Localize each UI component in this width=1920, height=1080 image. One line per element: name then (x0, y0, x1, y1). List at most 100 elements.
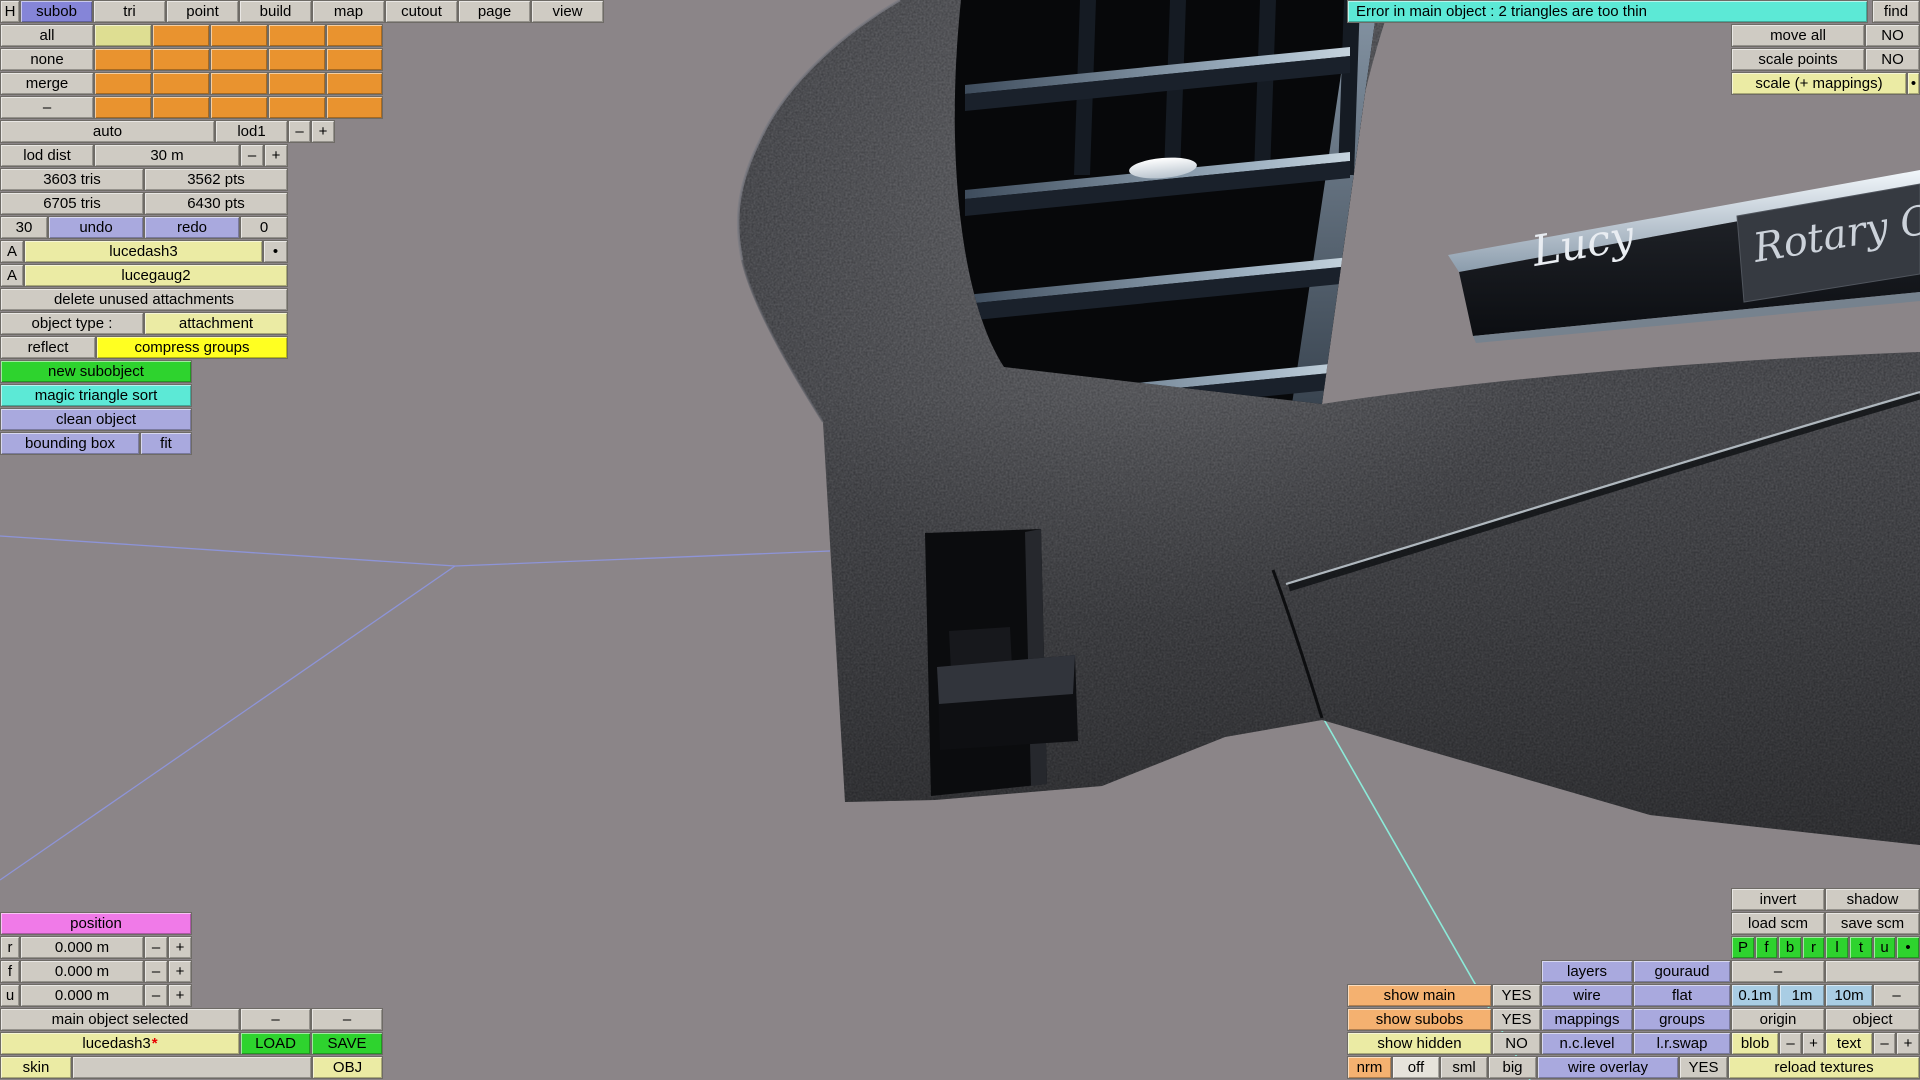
axis-r-minus-button[interactable]: – (144, 936, 168, 959)
subobject-grid-cell[interactable] (94, 72, 152, 95)
blob-plus-button[interactable]: + (1802, 1032, 1825, 1055)
view-perspective-button[interactable]: P (1731, 936, 1755, 959)
nrm-big-button[interactable]: big (1488, 1056, 1537, 1079)
bounding-box-button[interactable]: bounding box (0, 432, 140, 455)
subobject-grid-cell[interactable] (94, 48, 152, 71)
subobject-grid-cell[interactable] (326, 96, 383, 119)
fit-button[interactable]: fit (140, 432, 192, 455)
show-main-toggle[interactable]: YES (1492, 984, 1541, 1007)
grid-01m-button[interactable]: 0.1m (1731, 984, 1779, 1007)
nc-level-button[interactable]: n.c.level (1541, 1032, 1633, 1055)
tab-subob[interactable]: subob (20, 0, 93, 23)
scale-points-toggle[interactable]: NO (1865, 48, 1920, 71)
subobject-grid-cell[interactable] (326, 72, 383, 95)
axis-u-plus-button[interactable]: + (168, 984, 192, 1007)
scale-points-button[interactable]: scale points (1731, 48, 1865, 71)
load-scm-button[interactable]: load scm (1731, 912, 1825, 935)
subobject-grid-cell[interactable] (94, 24, 152, 47)
nrm-off-button[interactable]: off (1392, 1056, 1440, 1079)
lod-dist-value[interactable]: 30 m (94, 144, 240, 167)
show-main-button[interactable]: show main (1347, 984, 1492, 1007)
wire-overlay-toggle[interactable]: YES (1679, 1056, 1728, 1079)
flat-button[interactable]: flat (1633, 984, 1731, 1007)
load-button[interactable]: LOAD (240, 1032, 311, 1055)
subobject-grid-cell[interactable] (152, 48, 210, 71)
wire-overlay-button[interactable]: wire overlay (1537, 1056, 1679, 1079)
layers-dash-button[interactable]: – (1731, 960, 1825, 983)
grid-10m-button[interactable]: 10m (1825, 984, 1873, 1007)
save-button[interactable]: SAVE (311, 1032, 383, 1055)
clean-object-button[interactable]: clean object (0, 408, 192, 431)
text-minus-button[interactable]: – (1873, 1032, 1896, 1055)
tab-view[interactable]: view (531, 0, 604, 23)
obj-export-button[interactable]: OBJ (312, 1056, 383, 1079)
selection-dash-button[interactable]: – (311, 1008, 383, 1031)
tab-map[interactable]: map (312, 0, 385, 23)
invert-button[interactable]: invert (1731, 888, 1825, 911)
subobject-grid-cell[interactable] (326, 24, 383, 47)
lod-selector[interactable]: lod1 (215, 120, 288, 143)
show-hidden-toggle[interactable]: NO (1492, 1032, 1541, 1055)
tab-cutout[interactable]: cutout (385, 0, 458, 23)
object-button[interactable]: object (1825, 1008, 1920, 1031)
subobject-grid-cell[interactable] (152, 24, 210, 47)
attachment-dot-button[interactable]: • (263, 240, 288, 263)
select-all-button[interactable]: all (0, 24, 94, 47)
auto-button[interactable]: auto (0, 120, 215, 143)
subobject-grid-cell[interactable] (152, 96, 210, 119)
shadow-button[interactable]: shadow (1825, 888, 1920, 911)
grid-1m-button[interactable]: 1m (1779, 984, 1825, 1007)
view-back-button[interactable]: b (1778, 936, 1802, 959)
select-dash-button[interactable]: – (0, 96, 94, 119)
show-subobs-toggle[interactable]: YES (1492, 1008, 1541, 1031)
show-hidden-button[interactable]: show hidden (1347, 1032, 1492, 1055)
subobject-grid-cell[interactable] (210, 96, 268, 119)
magic-triangle-sort-button[interactable]: magic triangle sort (0, 384, 192, 407)
subobject-grid-cell[interactable] (268, 48, 326, 71)
subobject-grid-cell[interactable] (210, 24, 268, 47)
attachment-tag[interactable]: A (0, 264, 24, 287)
axis-r-value[interactable]: 0.000 m (20, 936, 144, 959)
new-subobject-button[interactable]: new subobject (0, 360, 192, 383)
lr-swap-button[interactable]: l.r.swap (1633, 1032, 1731, 1055)
viewport-3d[interactable]: Lucy Rotary Co (0, 0, 1920, 1080)
view-top-button[interactable]: t (1849, 936, 1873, 959)
view-front-button[interactable]: f (1755, 936, 1778, 959)
select-none-button[interactable]: none (0, 48, 94, 71)
subobject-grid-cell[interactable] (210, 72, 268, 95)
tab-point[interactable]: point (166, 0, 239, 23)
grid-dash-button[interactable]: – (1873, 984, 1920, 1007)
wire-button[interactable]: wire (1541, 984, 1633, 1007)
lod-dist-plus-button[interactable]: + (264, 144, 288, 167)
axis-u-minus-button[interactable]: – (144, 984, 168, 1007)
reflect-button[interactable]: reflect (0, 336, 96, 359)
gouraud-button[interactable]: gouraud (1633, 960, 1731, 983)
groups-button[interactable]: groups (1633, 1008, 1731, 1031)
find-button[interactable]: find (1872, 0, 1920, 23)
subobject-grid-cell[interactable] (94, 96, 152, 119)
subobject-grid-cell[interactable] (326, 48, 383, 71)
scale-mappings-button[interactable]: scale (+ mappings) (1731, 72, 1907, 95)
show-subobs-button[interactable]: show subobs (1347, 1008, 1492, 1031)
select-merge-button[interactable]: merge (0, 72, 94, 95)
origin-button[interactable]: origin (1731, 1008, 1825, 1031)
axis-f-value[interactable]: 0.000 m (20, 960, 144, 983)
reload-textures-button[interactable]: reload textures (1728, 1056, 1920, 1079)
axis-f-plus-button[interactable]: + (168, 960, 192, 983)
axis-r-plus-button[interactable]: + (168, 936, 192, 959)
skin-button[interactable]: skin (0, 1056, 72, 1079)
blob-button[interactable]: blob (1731, 1032, 1779, 1055)
lod-dist-minus-button[interactable]: – (240, 144, 264, 167)
tab-tri[interactable]: tri (93, 0, 166, 23)
axis-f-minus-button[interactable]: – (144, 960, 168, 983)
skin-empty-cell[interactable] (72, 1056, 312, 1079)
scale-mappings-dot-button[interactable]: • (1907, 72, 1920, 95)
tab-page[interactable]: page (458, 0, 531, 23)
subobject-grid-cell[interactable] (268, 72, 326, 95)
lod-minus-button[interactable]: – (288, 120, 311, 143)
attachment-tag[interactable]: A (0, 240, 24, 263)
layers-button[interactable]: layers (1541, 960, 1633, 983)
view-left-button[interactable]: l (1825, 936, 1849, 959)
object-name-field[interactable]: lucedash3* (0, 1032, 240, 1055)
selection-dash-button[interactable]: – (240, 1008, 311, 1031)
